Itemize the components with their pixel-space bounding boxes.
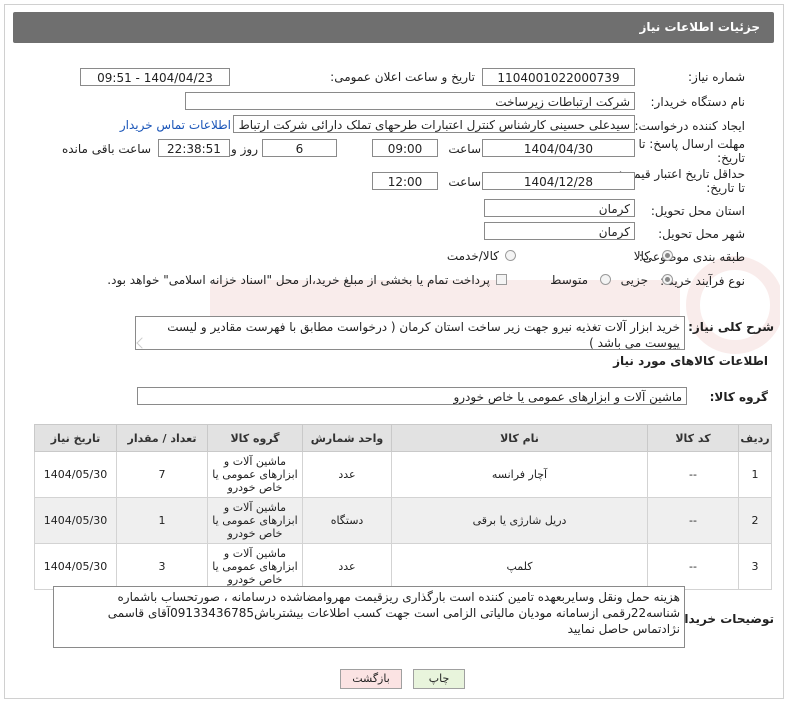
- col-row: ردیف: [738, 424, 772, 452]
- need-number-label: شماره نیاز:: [688, 70, 745, 84]
- page-title: جزئیات اطلاعات نیاز: [639, 20, 760, 34]
- cell-row: 2: [738, 497, 772, 544]
- cell-unit: عدد: [302, 543, 392, 590]
- creator-label: ایجاد کننده درخواست:: [634, 119, 745, 133]
- cell-name: آچار فرانسه: [391, 451, 648, 498]
- category-goods-service-radio[interactable]: [505, 250, 516, 261]
- cell-row: 3: [738, 543, 772, 590]
- goods-group-field[interactable]: ماشین آلات و ابزارهای عمومی یا خاص خودرو: [137, 387, 687, 405]
- col-qty: تعداد / مقدار: [116, 424, 208, 452]
- announce-label: تاریخ و ساعت اعلان عمومی:: [330, 70, 475, 84]
- table-row: 2 -- دریل شارژی یا برقی دستگاه ماشین آلا…: [34, 497, 772, 544]
- cell-unit: عدد: [302, 451, 392, 498]
- resize-handle-icon[interactable]: [136, 337, 148, 349]
- buyer-notes-textarea[interactable]: هزینه حمل ونقل وسایربعهده تامین کننده اس…: [53, 586, 685, 648]
- creator-field[interactable]: سیدعلی حسینی کارشناس کنترل اعتبارات طرحه…: [233, 115, 635, 133]
- col-group: گروه کالا: [207, 424, 303, 452]
- page-header: جزئیات اطلاعات نیاز: [13, 12, 774, 43]
- cell-name: دریل شارژی یا برقی: [391, 497, 648, 544]
- goods-group-label: گروه کالا:: [709, 390, 768, 404]
- cell-qty: 7: [116, 451, 208, 498]
- process-medium-radio[interactable]: [600, 274, 611, 285]
- need-number-field[interactable]: 1104001022000739: [482, 68, 635, 86]
- process-partial-radio[interactable]: [662, 274, 673, 285]
- process-medium-label: متوسط: [550, 273, 588, 287]
- treasury-payment-checkbox[interactable]: [496, 274, 507, 285]
- price-validity-label-date: تا تاریخ:: [706, 181, 745, 195]
- category-goods-label: کالا: [633, 249, 650, 263]
- table-row: 1 -- آچار فرانسه عدد ماشین آلات و ابزاره…: [34, 451, 772, 498]
- cell-qty: 1: [116, 497, 208, 544]
- remaining-time-label: ساعت باقی مانده: [61, 142, 151, 156]
- city-label: شهر محل تحویل:: [658, 227, 745, 241]
- cell-code: --: [647, 543, 739, 590]
- cell-unit: دستگاه: [302, 497, 392, 544]
- province-field[interactable]: کرمان: [484, 199, 635, 217]
- cell-row: 1: [738, 451, 772, 498]
- days-label: روز و: [231, 142, 258, 156]
- goods-info-title: اطلاعات کالاهای مورد نیاز: [613, 354, 768, 368]
- goods-table-header: ردیف کد کالا نام کالا واحد شمارش گروه کا…: [34, 424, 772, 452]
- days-remaining-field[interactable]: 6: [262, 139, 337, 157]
- cell-group: ماشین آلات و ابزارهای عمومی یا خاص خودرو: [207, 451, 303, 498]
- col-code: کد کالا: [647, 424, 739, 452]
- goods-table: ردیف کد کالا نام کالا واحد شمارش گروه کا…: [34, 424, 772, 590]
- category-goods-service-label: کالا/خدمت: [446, 249, 499, 263]
- city-field[interactable]: کرمان: [484, 222, 635, 240]
- description-text: خرید ابزار آلات تغذیه نیرو جهت زیر ساخت …: [167, 320, 680, 350]
- remaining-time-field[interactable]: 22:38:51: [158, 139, 230, 157]
- cell-code: --: [647, 451, 739, 498]
- cell-date: 1404/05/30: [34, 543, 117, 590]
- deadline-time-label: ساعت: [448, 142, 481, 156]
- table-row: 3 -- کلمپ عدد ماشین آلات و ابزارهای عموم…: [34, 543, 772, 590]
- cell-group: ماشین آلات و ابزارهای عمومی یا خاص خودرو: [207, 543, 303, 590]
- col-date: تاریخ نیاز: [34, 424, 117, 452]
- buyer-org-label: نام دستگاه خریدار:: [650, 95, 746, 109]
- category-goods-radio[interactable]: [662, 250, 673, 261]
- deadline-label: مهلت ارسال پاسخ: تا: [638, 137, 745, 151]
- buyer-org-field[interactable]: شرکت ارتباطات زیرساخت: [185, 92, 635, 110]
- buyer-notes-text: هزینه حمل ونقل وسایربعهده تامین کننده اس…: [107, 590, 680, 636]
- cell-date: 1404/05/30: [34, 451, 117, 498]
- description-label: شرح کلی نیاز:: [688, 320, 774, 334]
- province-label: استان محل تحویل:: [650, 204, 745, 218]
- cell-name: کلمپ: [391, 543, 648, 590]
- back-button[interactable]: بازگشت: [340, 669, 402, 689]
- announce-datetime-field[interactable]: 1404/04/23 - 09:51: [80, 68, 230, 86]
- price-validity-date-field[interactable]: 1404/12/28: [482, 172, 635, 190]
- price-validity-time-field[interactable]: 12:00: [372, 172, 438, 190]
- cell-qty: 3: [116, 543, 208, 590]
- process-label: نوع فرآیند خرید :: [660, 274, 745, 288]
- price-validity-time-label: ساعت: [448, 175, 481, 189]
- buyer-contact-link[interactable]: اطلاعات تماس خریدار: [120, 118, 231, 132]
- treasury-payment-note: پرداخت تمام یا بخشی از مبلغ خرید،از محل …: [107, 273, 490, 287]
- deadline-time-field[interactable]: 09:00: [372, 139, 438, 157]
- category-label: طبقه بندی موضوعی:: [638, 250, 745, 264]
- col-name: نام کالا: [391, 424, 648, 452]
- col-unit: واحد شمارش: [302, 424, 392, 452]
- cell-code: --: [647, 497, 739, 544]
- description-textarea[interactable]: خرید ابزار آلات تغذیه نیرو جهت زیر ساخت …: [135, 316, 685, 350]
- cell-date: 1404/05/30: [34, 497, 117, 544]
- buyer-notes-label: توضیحات خریدار:: [672, 612, 774, 626]
- process-partial-label: جزیی: [620, 273, 648, 287]
- deadline-label-date: تاریخ:: [717, 151, 745, 165]
- print-button[interactable]: چاپ: [413, 669, 465, 689]
- price-validity-label: حداقل تاریخ اعتبار قیمت:: [618, 167, 745, 181]
- cell-group: ماشین آلات و ابزارهای عمومی یا خاص خودرو: [207, 497, 303, 544]
- deadline-date-field[interactable]: 1404/04/30: [482, 139, 635, 157]
